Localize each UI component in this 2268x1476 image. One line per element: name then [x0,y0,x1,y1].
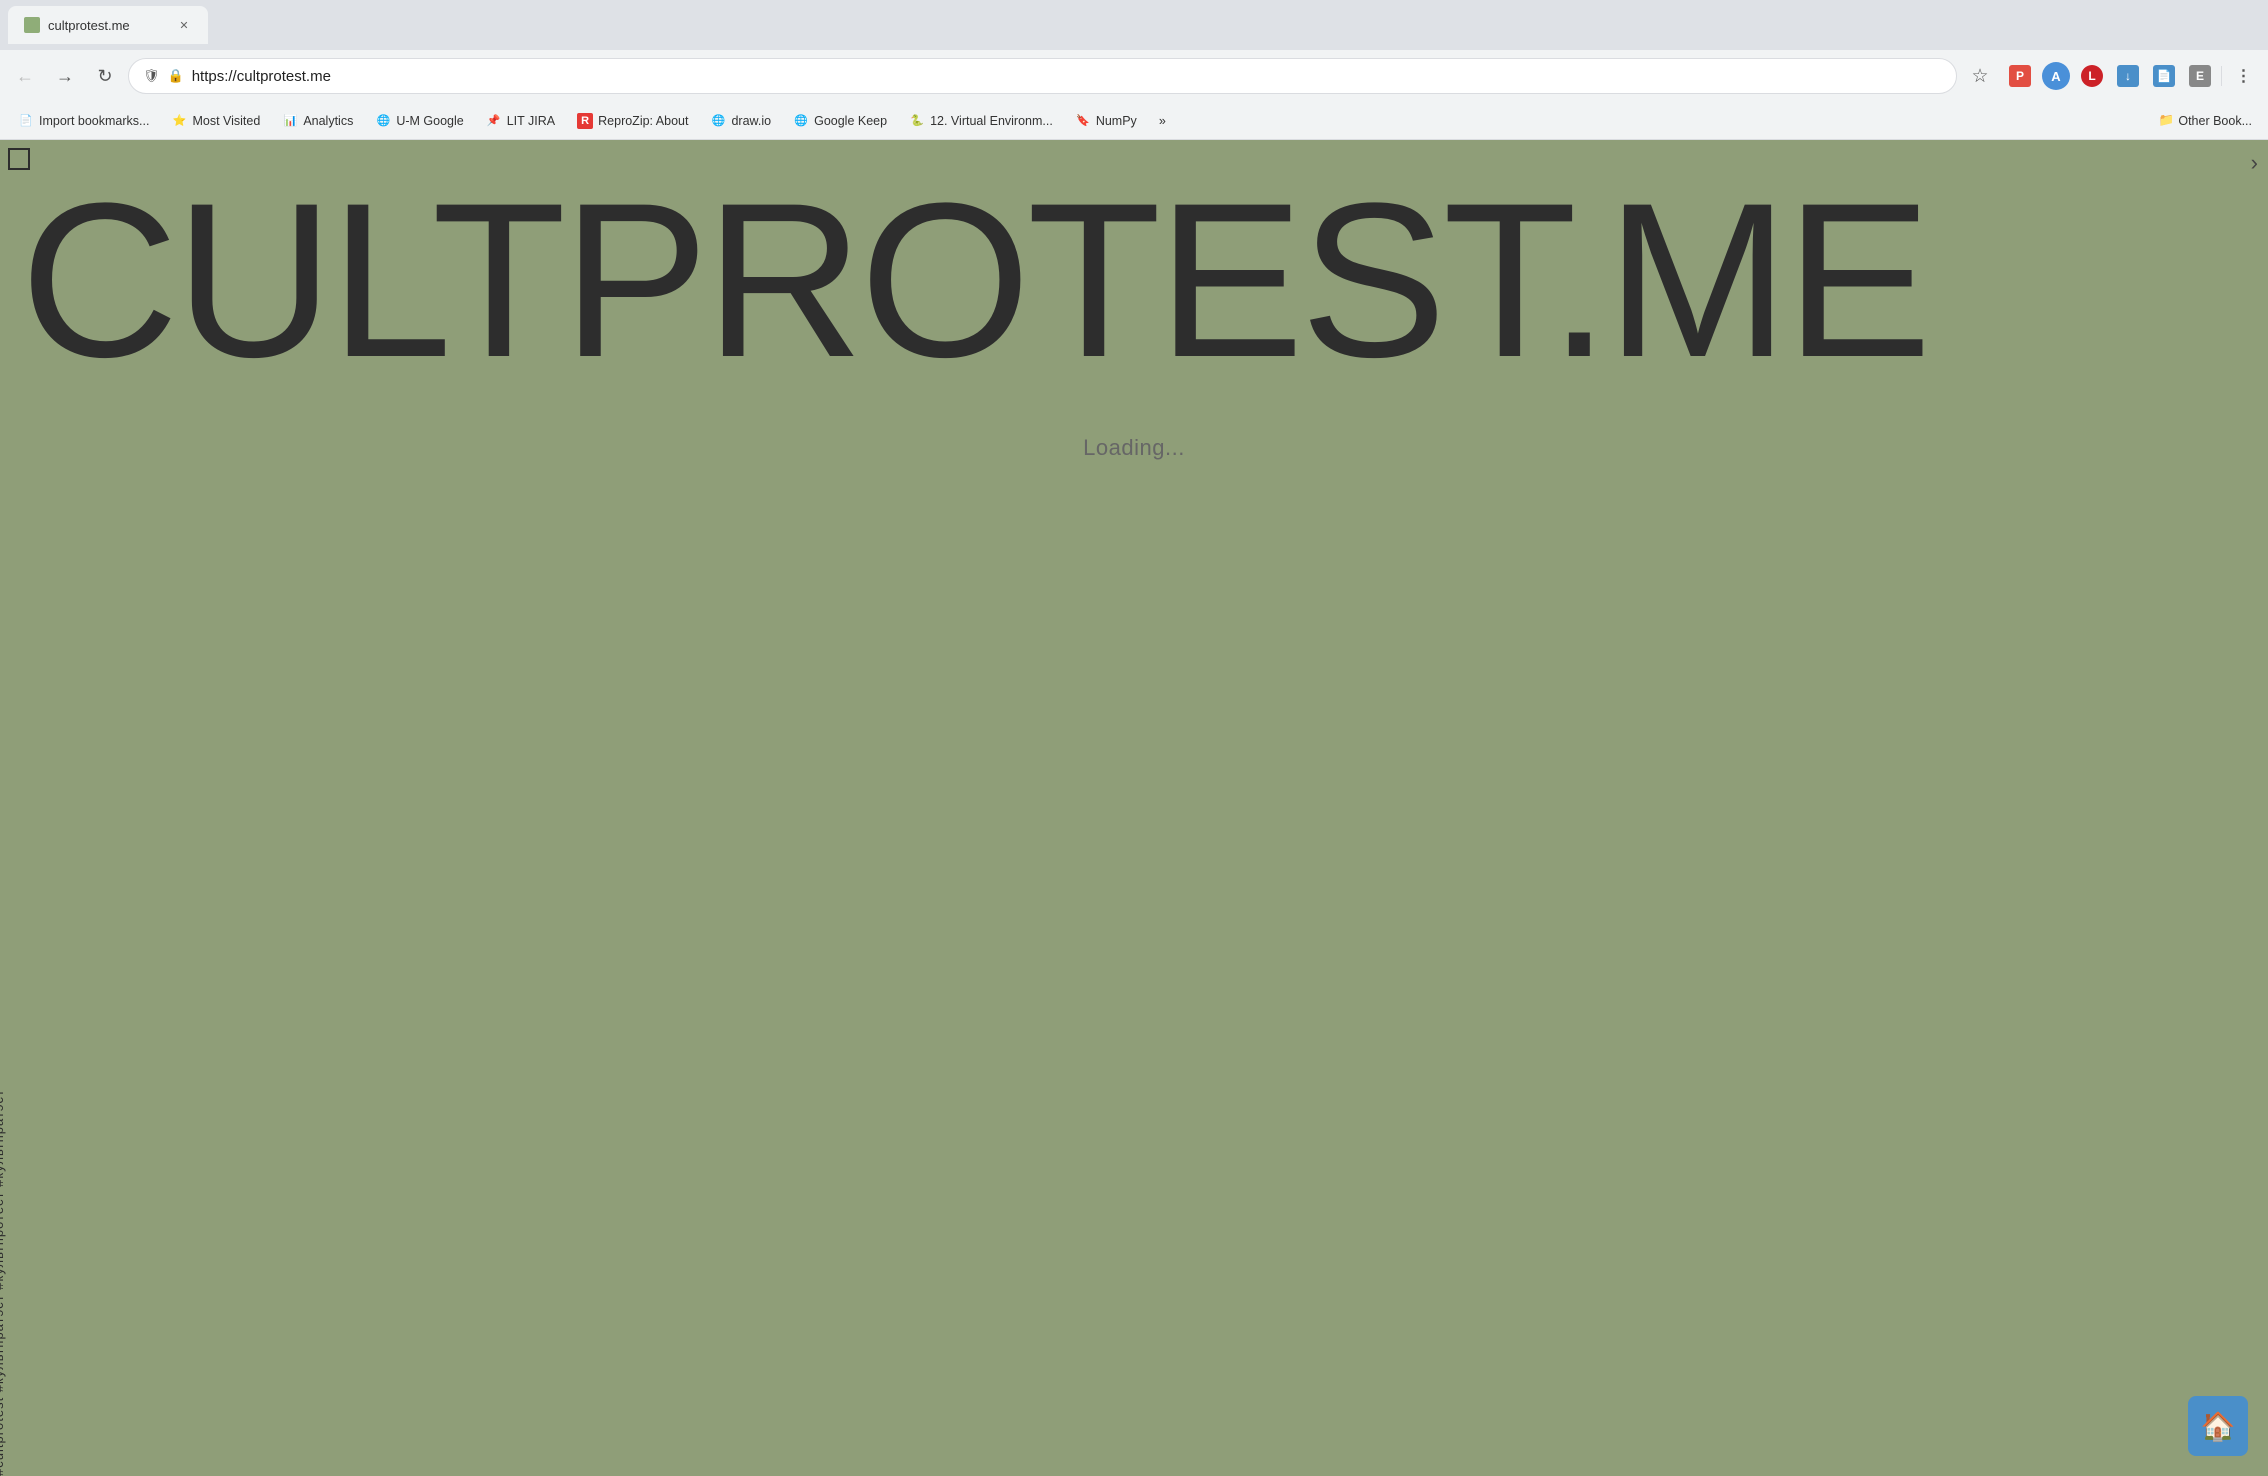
most-visited-icon: ⭐ [171,113,187,129]
drawio-icon: 🌐 [710,113,726,129]
bookmark-virtual-env[interactable]: 🐍 12. Virtual Environm... [899,107,1063,135]
star-icon: ☆ [1971,65,1988,88]
bookmark-drawio[interactable]: 🌐 draw.io [700,107,781,135]
page-content: › CULTPROTEST.ME Loading... #cultprotest… [0,140,2268,1476]
loading-text: Loading... [1083,435,1185,461]
ext-3-icon: E [2189,65,2211,87]
tab-bar: cultprotest.me ✕ [0,0,2268,50]
bookmark-lit-jira-label: LIT JIRA [507,114,555,128]
widget-icon: 🏠 [2201,1410,2236,1443]
bookmark-virtual-env-label: 12. Virtual Environm... [930,114,1053,128]
reprozip-icon: R [577,113,593,129]
ext-2-icon: 📄 [2153,65,2175,87]
ext-button-3[interactable]: E [2183,59,2217,93]
bookmarks-overflow-button[interactable]: » [1149,107,1176,135]
other-bookmarks-folder[interactable]: 📁 Other Book... [2151,107,2260,135]
lastpass-button[interactable]: L [2075,59,2109,93]
bottom-right-widget[interactable]: 🏠 [2188,1396,2248,1456]
page-arrow-button[interactable]: › [2251,150,2258,176]
tab-close-button[interactable]: ✕ [176,17,192,33]
lastpass-icon: L [2081,65,2103,87]
address-bar[interactable]: 🛡 🔒 https://cultprotest.me [128,58,1957,94]
tab-favicon [24,17,40,33]
bookmark-import[interactable]: 📄 Import bookmarks... [8,107,159,135]
vertical-hashtags: #cultprotest #культпратэст #культпротест… [0,1069,8,1476]
bookmark-numpy[interactable]: 🔖 NumPy [1065,107,1147,135]
ext-button-2[interactable]: 📄 [2147,59,2181,93]
lock-icon: 🔒 [168,68,184,84]
bookmarks-bar: 📄 Import bookmarks... ⭐ Most Visited 📊 A… [0,102,2268,140]
forward-icon: → [56,66,74,87]
security-icon: 🛡 [143,68,160,84]
reload-button[interactable]: ↻ [88,59,122,93]
bookmark-reprozip[interactable]: R ReproZip: About [567,107,698,135]
back-button[interactable]: ← [8,59,42,93]
bookmark-google-keep[interactable]: 🌐 Google Keep [783,107,897,135]
menu-icon: ⋮ [2236,66,2251,86]
back-icon: ← [16,66,34,87]
downloads-icon: ↓ [2117,65,2139,87]
numpy-icon: 🔖 [1075,113,1091,129]
um-google-icon: 🌐 [375,113,391,129]
bookmark-um-google-label: U-M Google [396,114,463,128]
bookmark-um-google[interactable]: 🌐 U-M Google [365,107,473,135]
bookmark-analytics[interactable]: 📊 Analytics [272,107,363,135]
bookmark-numpy-label: NumPy [1096,114,1137,128]
analytics-icon: 📊 [282,113,298,129]
lit-jira-icon: 📌 [486,113,502,129]
bookmark-drawio-label: draw.io [731,114,771,128]
bookmark-lit-jira[interactable]: 📌 LIT JIRA [476,107,565,135]
bookmark-import-label: Import bookmarks... [39,114,149,128]
import-icon: 📄 [18,113,34,129]
pocket-extension-button[interactable]: P [2003,59,2037,93]
virtual-env-icon: 🐍 [909,113,925,129]
tab-label: cultprotest.me [48,18,130,33]
pocket-icon: P [2009,65,2031,87]
chrome-frame: cultprotest.me ✕ ← → ↻ 🛡 🔒 https://cultp… [0,0,2268,141]
other-bookmarks-label: Other Book... [2178,114,2252,128]
address-bar-row: ← → ↻ 🛡 🔒 https://cultprotest.me ☆ P A L [0,50,2268,102]
bookmark-most-visited[interactable]: ⭐ Most Visited [161,107,270,135]
profile-avatar: A [2042,62,2070,90]
bookmark-most-visited-label: Most Visited [192,114,260,128]
bookmark-star-button[interactable]: ☆ [1963,59,1997,93]
reload-icon: ↻ [97,66,112,87]
overflow-icon: » [1159,114,1166,128]
downloads-button[interactable]: ↓ [2111,59,2145,93]
toolbar-separator [2221,66,2222,86]
active-tab[interactable]: cultprotest.me ✕ [8,6,208,44]
profile-button[interactable]: A [2039,59,2073,93]
url-text: https://cultprotest.me [192,68,1942,85]
folder-icon: 📁 [2159,113,2175,128]
chrome-menu-button[interactable]: ⋮ [2226,59,2260,93]
google-keep-icon: 🌐 [793,113,809,129]
bookmark-google-keep-label: Google Keep [814,114,887,128]
bookmark-reprozip-label: ReproZip: About [598,114,688,128]
forward-button[interactable]: → [48,59,82,93]
bookmark-analytics-label: Analytics [303,114,353,128]
site-title: CULTPROTEST.ME [20,170,1928,390]
toolbar-icons: P A L ↓ 📄 E ⋮ [2003,59,2260,93]
